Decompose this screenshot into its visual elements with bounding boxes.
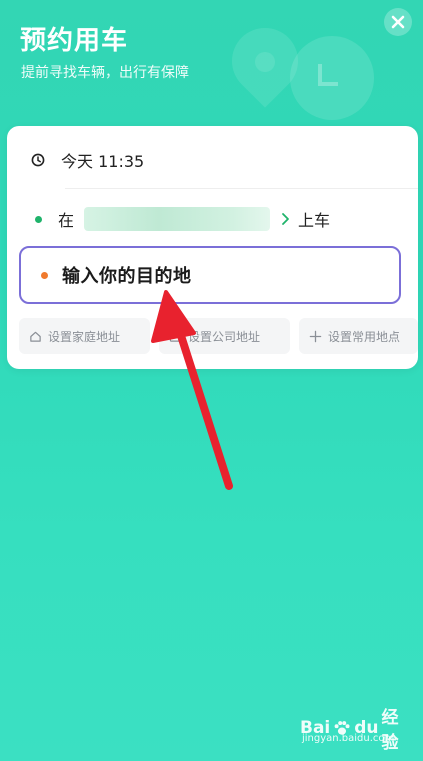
set-home-address-button[interactable]: 设置家庭地址 (19, 318, 150, 354)
pickup-address-blurred (84, 207, 271, 231)
set-common-place-button[interactable]: 设置常用地点 (299, 318, 418, 354)
set-home-address-label: 设置家庭地址 (48, 329, 121, 344)
pickup-prefix: 在 (58, 211, 75, 230)
watermark-jingyan: 经验 (381, 708, 399, 753)
divider (65, 188, 418, 189)
departure-time: 今天 11:35 (61, 152, 145, 171)
close-icon (391, 15, 405, 29)
pickup-row[interactable]: 在 上车 (31, 204, 418, 234)
annotation-arrow (151, 290, 233, 490)
clock-hand-decoration (318, 64, 338, 86)
close-button[interactable] (384, 8, 412, 36)
pickup-suffix: 上车 (298, 211, 331, 230)
home-icon (30, 331, 41, 342)
destination-dot-icon (41, 271, 48, 279)
watermark-url: jingyan.baidu.com (302, 733, 395, 744)
page-title: 预约用车 (20, 26, 129, 56)
set-company-address-label: 设置公司地址 (188, 329, 261, 344)
baidu-jingyan-watermark: Bai du 经验 jingyan.baidu.com (300, 703, 412, 753)
page-subtitle: 提前寻找车辆，出行有保障 (21, 65, 189, 81)
destination-placeholder: 输入你的目的地 (62, 266, 192, 287)
destination-input[interactable]: 输入你的目的地 (19, 246, 401, 304)
map-pin-hole-decoration (255, 52, 275, 72)
pickup-dot-icon (35, 215, 42, 223)
clock-icon (31, 153, 45, 167)
plus-icon (309, 330, 322, 342)
booking-card: 今天 11:35 在 上车 输入你的目的地 设置家庭地址 设置公司地址 设置常用… (7, 126, 418, 369)
set-company-address-button[interactable]: 设置公司地址 (159, 318, 290, 354)
chevron-right-icon (280, 212, 290, 226)
time-row[interactable]: 今天 11:35 (31, 146, 418, 174)
watermark-logo: Bai du 经验 (300, 703, 412, 753)
set-common-place-label: 设置常用地点 (328, 329, 401, 344)
briefcase-icon (169, 331, 182, 342)
